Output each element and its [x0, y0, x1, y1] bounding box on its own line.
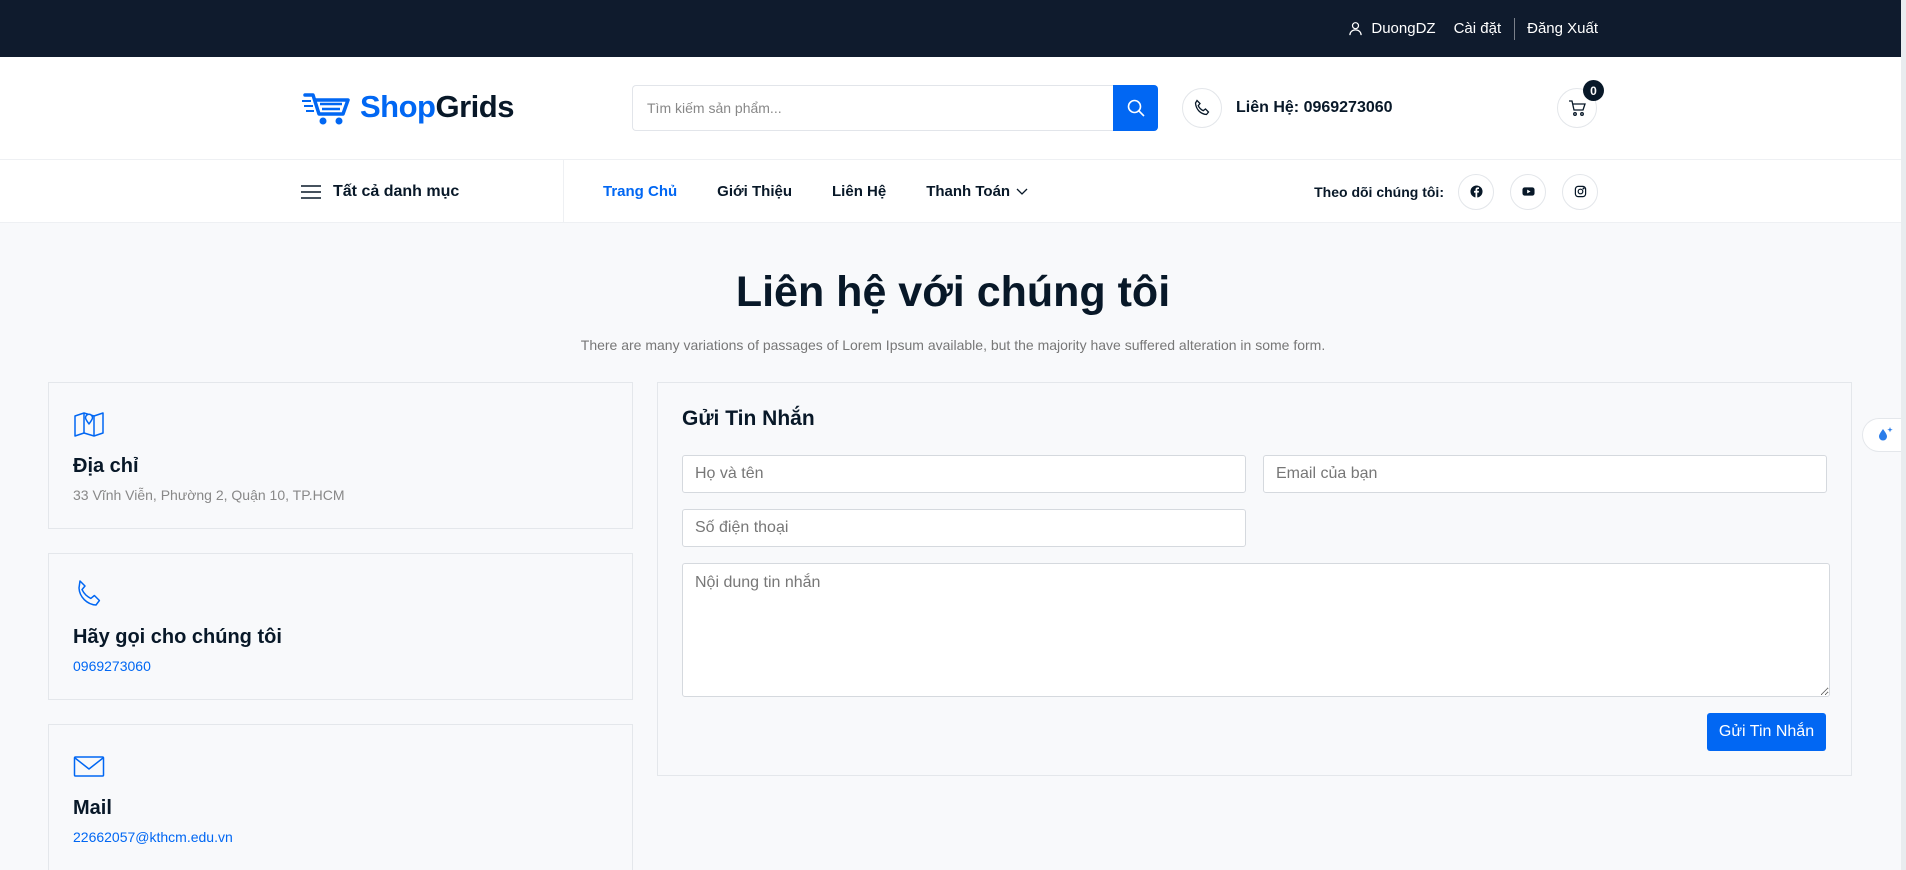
search-input[interactable] [632, 85, 1113, 131]
email-field[interactable] [1263, 455, 1827, 493]
youtube-icon [1521, 187, 1535, 196]
floating-widget-button[interactable] [1862, 418, 1906, 452]
youtube-button[interactable] [1510, 173, 1546, 210]
instagram-icon [1574, 185, 1586, 198]
sparkle-drop-icon [1878, 427, 1893, 441]
settings-link[interactable]: Cài đặt [1454, 20, 1502, 37]
search-bar [632, 85, 1158, 131]
all-categories-label: Tất cả danh mục [333, 182, 460, 200]
nav-menu: Trang Chủ Giới Thiệu Liên Hệ Thanh Toán [603, 160, 1028, 223]
address-card: Địa chỉ 33 Vĩnh Viễn, Phường 2, Quận 10,… [48, 382, 633, 529]
name-field[interactable] [682, 455, 1246, 493]
logo[interactable]: ShopGrids [302, 87, 514, 127]
instagram-button[interactable] [1562, 173, 1598, 210]
social-follow: Theo dõi chúng tôi: [1314, 160, 1598, 223]
cart-button[interactable]: 0 [1557, 80, 1604, 128]
facebook-icon [1469, 185, 1483, 198]
scrollbar[interactable] [1901, 0, 1906, 870]
form-title: Gửi Tin Nhắn [682, 407, 815, 430]
send-message-button[interactable]: Gửi Tin Nhắn [1707, 713, 1826, 751]
logout-link[interactable]: Đăng Xuất [1527, 20, 1598, 37]
nav-item-about[interactable]: Giới Thiệu [717, 183, 792, 200]
follow-label: Theo dõi chúng tôi: [1314, 183, 1444, 200]
nav-item-home[interactable]: Trang Chủ [603, 183, 677, 200]
map-icon [74, 412, 104, 437]
username: DuongDZ [1371, 20, 1436, 37]
contact-form: Gửi Tin Nhắn Gửi Tin Nhắn [657, 382, 1852, 776]
nav-item-checkout-label: Thanh Toán [926, 183, 1011, 200]
address-title: Địa chỉ [73, 455, 139, 477]
mail-title: Mail [73, 797, 112, 819]
all-categories-button[interactable]: Tất cả danh mục [301, 160, 459, 223]
top-bar: DuongDZ Cài đặt Đăng Xuất [0, 0, 1906, 57]
address-value: 33 Vĩnh Viễn, Phường 2, Quận 10, TP.HCM [73, 487, 345, 503]
header: ShopGrids Liên Hệ: 0969273060 0 [0, 57, 1906, 160]
user-link[interactable]: DuongDZ [1348, 20, 1436, 37]
phone-icon [1194, 99, 1210, 116]
contact-phone: Liên Hệ: 0969273060 [1236, 99, 1393, 116]
page-subtitle: There are many variations of passages of… [580, 337, 1326, 353]
nav-item-checkout[interactable]: Thanh Toán [926, 183, 1028, 200]
page-title: Liên hệ với chúng tôi [735, 268, 1171, 316]
search-button[interactable] [1113, 85, 1158, 131]
facebook-button[interactable] [1458, 173, 1494, 210]
nav-item-contact[interactable]: Liên Hệ [832, 183, 886, 200]
phone-title: Hãy gọi cho chúng tôi [73, 626, 282, 648]
search-icon [1127, 99, 1145, 117]
logo-text: ShopGrids [360, 89, 514, 124]
cart-icon [1569, 100, 1586, 116]
nav-divider [563, 160, 564, 223]
phone-value[interactable]: 0969273060 [73, 658, 151, 674]
top-bar-links: DuongDZ Cài đặt Đăng Xuất [1348, 0, 1598, 57]
top-bar-divider [1514, 17, 1516, 40]
user-icon [1349, 22, 1363, 36]
header-contact: Liên Hệ: 0969273060 [1182, 88, 1393, 128]
chevron-down-icon [1016, 188, 1028, 195]
mail-value[interactable]: 22662057@kthcm.edu.vn [73, 829, 233, 845]
cart-count-badge: 0 [1583, 80, 1604, 101]
mail-card: Mail 22662057@kthcm.edu.vn [48, 724, 633, 870]
main-nav: Tất cả danh mục Trang Chủ Giới Thiệu Liê… [0, 160, 1906, 223]
phone-card: Hãy gọi cho chúng tôi 0969273060 [48, 553, 633, 700]
menu-icon [301, 184, 321, 199]
phone-field[interactable] [682, 509, 1246, 547]
cart-logo-icon [302, 93, 350, 125]
phone-icon [78, 580, 101, 606]
message-field[interactable] [682, 563, 1830, 697]
phone-icon-circle [1182, 88, 1222, 128]
mail-icon [73, 756, 105, 777]
